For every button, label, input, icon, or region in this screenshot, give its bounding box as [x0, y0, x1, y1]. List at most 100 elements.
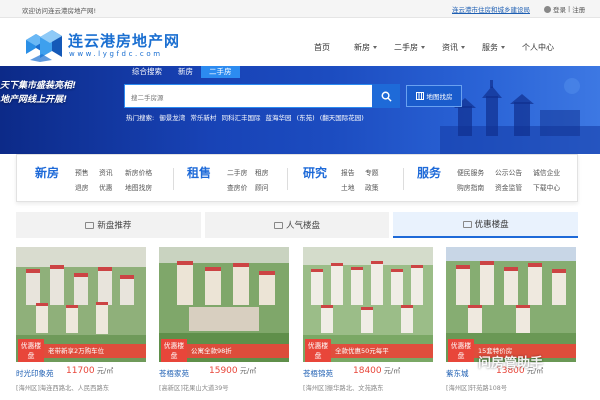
search-tabs: 综合搜索 新房 二手房: [124, 66, 240, 78]
cat-link[interactable]: 二手房: [227, 167, 247, 177]
nav-new-homes-label: 新房: [354, 43, 370, 52]
cat-divider: [173, 168, 174, 190]
cat-link[interactable]: 预售: [75, 167, 89, 177]
cat-link[interactable]: 退房: [75, 182, 89, 192]
cat-link[interactable]: 公示公告: [495, 167, 522, 177]
map-search-button[interactable]: 地图找房: [406, 85, 462, 107]
nav-home[interactable]: 首页: [306, 36, 346, 60]
cat-link[interactable]: 下载中心: [533, 182, 560, 192]
register-link[interactable]: 注册: [572, 4, 585, 14]
hot-search-item[interactable]: (东苑): [297, 114, 315, 122]
nav-home-label: 首页: [314, 43, 330, 52]
logo-name: 连云港房地产网: [68, 32, 181, 50]
hot-search-item[interactable]: 蓝海华园: [266, 114, 292, 122]
cat-link[interactable]: 诚信企业: [533, 167, 560, 177]
cat-link[interactable]: 土地: [341, 182, 355, 192]
search-button[interactable]: [372, 84, 400, 108]
nav-new-homes[interactable]: 新房: [346, 36, 386, 60]
property-card[interactable]: 优惠楼盘 全款优惠50元每平 苍梧锦苑 18400 元/㎡ [海州区]振华路北、…: [303, 247, 433, 400]
hot-search-item[interactable]: 常乐新村: [190, 114, 216, 122]
tab-discount[interactable]: 优惠楼盘: [393, 212, 579, 238]
cat-link[interactable]: 专题: [365, 167, 379, 177]
discount-badge: 优惠楼盘: [18, 339, 44, 362]
cat-link[interactable]: 报告: [341, 167, 355, 177]
cat-link[interactable]: 地图找房: [125, 182, 152, 192]
price-unit: 元/㎡: [383, 367, 401, 375]
cat-link[interactable]: 资金监管: [495, 182, 522, 192]
cat-link[interactable]: 购房指南: [457, 182, 484, 192]
site-logo[interactable]: 连云港房地产网 www.lygfdc.com: [22, 24, 179, 62]
cat-link[interactable]: 便民服务: [457, 167, 484, 177]
search-tab-all[interactable]: 综合搜索: [124, 66, 170, 78]
cat-link[interactable]: 优惠: [99, 182, 113, 192]
tab-label: 优惠楼盘: [474, 220, 509, 230]
property-price: 18400 元/㎡: [353, 366, 400, 376]
property-name[interactable]: 时光印象苑: [16, 368, 54, 379]
promo-text: 老带新享2万购车位: [44, 344, 146, 358]
property-name[interactable]: 苍梧家苑: [159, 368, 189, 379]
nav-second-hand-label: 二手房: [394, 43, 418, 52]
listing-icon: [85, 221, 95, 229]
chevron-down-icon: [421, 46, 425, 49]
hot-search-label: 热门搜索:: [126, 114, 155, 122]
property-name[interactable]: 苍梧锦苑: [303, 368, 333, 379]
cat-title-new-homes[interactable]: 新房: [35, 164, 59, 181]
price-unit: 元/㎡: [96, 367, 114, 375]
nav-user-center[interactable]: 个人中心: [514, 36, 562, 60]
hot-search-item[interactable]: 同科汇丰国际: [221, 114, 260, 122]
price-unit: 元/㎡: [239, 367, 257, 375]
property-card[interactable]: 优惠楼盘 老带新享2万购车位 时光印象苑 11700 元/㎡ [海州区]海连西路…: [16, 247, 146, 400]
tab-label: 人气楼盘: [286, 221, 321, 231]
nav-second-hand[interactable]: 二手房: [386, 36, 434, 60]
property-card[interactable]: 优惠楼盘 公寓全款98折 苍梧家苑 15900 元/㎡ [高新区]花果山大道39…: [159, 247, 289, 400]
cat-title-services[interactable]: 服务: [417, 164, 441, 181]
hot-search-item[interactable]: 御景龙湾: [159, 114, 185, 122]
login-area: 登录 | 注册: [544, 4, 585, 14]
promo-text: 全款优惠50元每平: [331, 344, 433, 358]
discount-badge: 优惠楼盘: [448, 339, 474, 362]
nav-news-label: 资讯: [442, 43, 458, 52]
chevron-down-icon: [373, 46, 377, 49]
login-sep: |: [568, 5, 571, 13]
chevron-down-icon: [461, 46, 465, 49]
cat-title-research[interactable]: 研究: [303, 164, 327, 181]
slogan-line-1: 天下集市盛装亮相!: [0, 81, 77, 91]
property-address: [高新区]花果山大道39号: [159, 385, 229, 392]
header: 连云港房地产网 www.lygfdc.com 首页 新房 二手房 资讯 服务 个…: [0, 18, 600, 66]
nav-news[interactable]: 资讯: [434, 36, 474, 60]
property-address: [海州区]振华路北、文苑路东: [303, 385, 384, 392]
property-address: [海州区]轩苑路108号: [446, 385, 508, 392]
price-value: 15900: [209, 366, 238, 376]
cat-divider: [403, 168, 404, 190]
property-name[interactable]: 紫东城: [446, 368, 469, 379]
slogan-line-2: 地产网线上开展!: [0, 95, 68, 105]
map-icon: [415, 92, 424, 100]
listing-tabs: 新盘推荐 人气楼盘 优惠楼盘: [16, 212, 579, 238]
login-link[interactable]: 登录: [553, 4, 566, 14]
gov-link[interactable]: 连云港市住房和城乡建设局: [452, 4, 530, 14]
search-tab-new[interactable]: 新房: [170, 66, 201, 78]
nav-services-label: 服务: [482, 43, 498, 52]
cat-link[interactable]: 资讯: [99, 167, 113, 177]
logo-url: www.lygfdc.com: [69, 50, 163, 58]
property-card[interactable]: 优惠楼盘 15套特价房 紫东城 13800 元/㎡ [海州区]轩苑路108号: [446, 247, 576, 400]
cat-title-rent-sale[interactable]: 租售: [187, 164, 211, 181]
hot-search-item[interactable]: (翻天国际花园): [320, 114, 364, 122]
main-nav: 首页 新房 二手房 资讯 服务 个人中心: [306, 36, 562, 60]
cat-link[interactable]: 查房价: [227, 182, 247, 192]
listing-icon: [462, 220, 472, 228]
search-box: [124, 84, 374, 109]
tab-new-recommend[interactable]: 新盘推荐: [16, 212, 201, 238]
search-tab-second-hand[interactable]: 二手房: [201, 66, 240, 78]
cat-link[interactable]: 新房价格: [125, 167, 152, 177]
nav-user-center-label: 个人中心: [522, 43, 554, 52]
nav-services[interactable]: 服务: [474, 36, 514, 60]
tab-popular[interactable]: 人气楼盘: [204, 212, 390, 238]
chevron-down-icon: [501, 46, 505, 49]
cat-link[interactable]: 顾问: [255, 182, 269, 192]
tab-label: 新盘推荐: [97, 221, 132, 231]
search-input[interactable]: [125, 87, 365, 109]
cat-divider: [287, 168, 288, 190]
cat-link[interactable]: 租房: [255, 167, 269, 177]
cat-link[interactable]: 政策: [365, 182, 379, 192]
